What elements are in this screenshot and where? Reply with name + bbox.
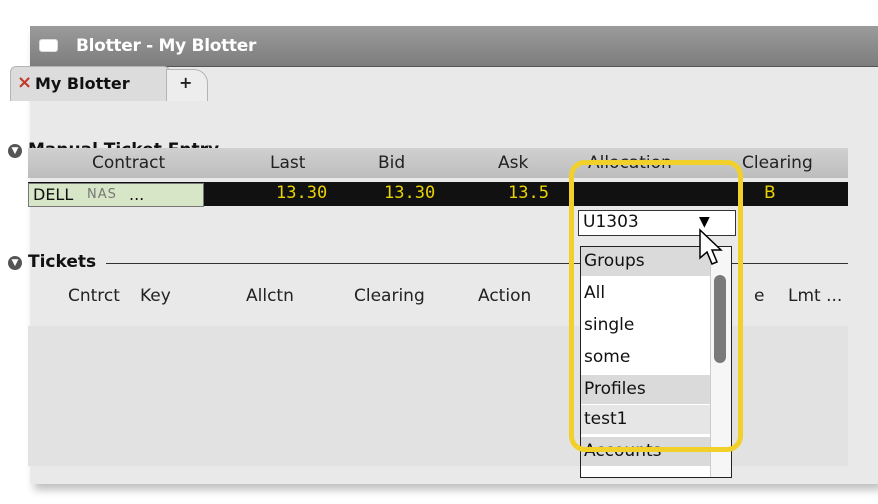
window-icon [39,39,58,52]
col-clearing[interactable]: Clearing [354,286,425,306]
col-cntrct[interactable]: Cntrct [68,286,120,306]
close-icon[interactable]: × [17,72,32,93]
contract-cell[interactable]: DELL NAS ... [28,183,204,207]
contract-ellipsis: ... [129,185,145,204]
title-bar[interactable]: Blotter - My Blotter [30,26,878,67]
col-type-partial[interactable]: e [754,286,764,306]
col-lmt[interactable]: Lmt ... [788,286,842,306]
bid-price: 13.30 [384,183,436,203]
clearing-value[interactable]: B [764,183,776,203]
col-action[interactable]: Action [478,286,531,306]
col-ask[interactable]: Ask [498,153,528,173]
col-last[interactable]: Last [270,153,305,173]
ask-price: 13.5 [508,183,549,203]
window-title: Blotter - My Blotter [76,36,257,56]
col-contract[interactable]: Contract [92,153,165,173]
col-clearing[interactable]: Clearing [742,153,813,173]
plus-icon: + [179,73,193,92]
tab-my-blotter[interactable]: × My Blotter [10,66,170,101]
contract-symbol: DELL [33,185,74,204]
col-key[interactable]: Key [140,286,171,306]
highlight-callout [569,160,743,452]
collapse-icon[interactable]: ▼ [8,256,22,270]
collapse-icon[interactable]: ▼ [8,144,22,158]
col-allctn[interactable]: Allctn [246,286,294,306]
add-tab-button[interactable]: + [166,69,208,101]
col-bid[interactable]: Bid [378,153,405,173]
contract-exchange: NAS [87,187,117,202]
last-price: 13.30 [276,183,328,203]
section-title: Tickets [28,252,97,272]
tab-label: My Blotter [35,74,130,93]
